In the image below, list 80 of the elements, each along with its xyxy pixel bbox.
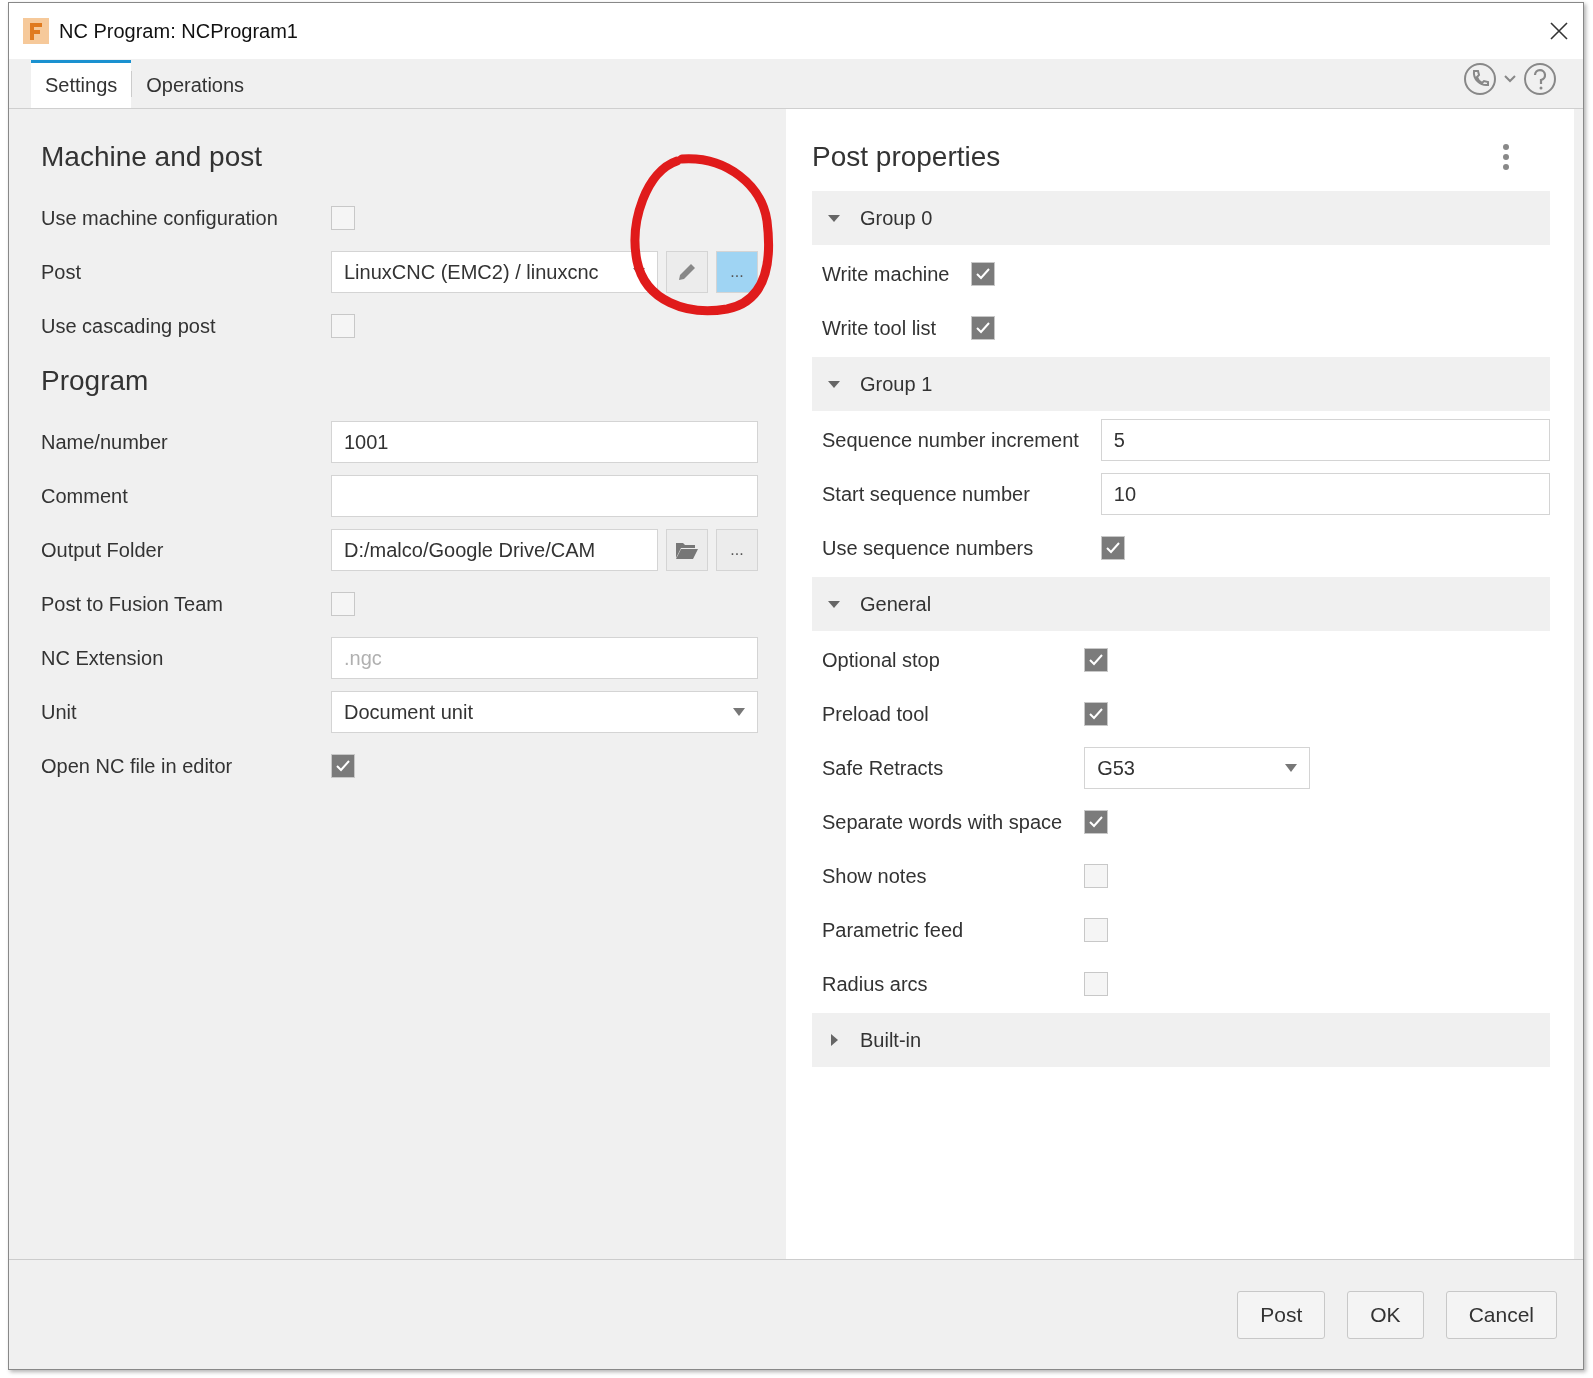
section-heading: Program — [41, 364, 150, 398]
close-icon[interactable] — [1549, 21, 1569, 41]
dropdown[interactable]: G53 — [1084, 747, 1311, 789]
checkmark-icon — [1088, 653, 1105, 667]
input-field[interactable] — [331, 475, 758, 517]
chevron-down-icon[interactable] — [1503, 74, 1517, 84]
checkbox[interactable] — [331, 206, 355, 230]
dialog-button[interactable]: OK — [1347, 1290, 1424, 1339]
checkbox[interactable] — [331, 314, 355, 338]
folder-icon — [675, 540, 699, 560]
expanded-triangle-icon — [828, 212, 840, 224]
dialog-button[interactable]: Cancel — [1445, 1290, 1557, 1339]
input-field[interactable]: 10 — [1100, 473, 1550, 515]
help-icon[interactable] — [1523, 62, 1557, 96]
checkmark-icon — [975, 321, 992, 335]
more-options-icon[interactable] — [1502, 143, 1510, 171]
property-label: Start sequence number — [822, 482, 1030, 506]
field-label: Post — [41, 260, 83, 284]
input-field[interactable]: D:/malco/Google Drive/CAM — [331, 529, 658, 571]
checkmark-icon — [1088, 707, 1105, 721]
checkbox[interactable] — [1084, 918, 1109, 942]
checkbox[interactable] — [971, 262, 996, 286]
group-header[interactable]: Group 0 — [812, 191, 1550, 245]
checkbox[interactable] — [1084, 864, 1109, 888]
field-label: Unit — [41, 700, 78, 724]
input-field[interactable]: 1001 — [331, 421, 758, 463]
dropdown-caret-icon — [733, 708, 745, 716]
edit-button[interactable] — [666, 251, 708, 293]
checkbox[interactable] — [1084, 648, 1109, 672]
panel-heading: Post properties — [812, 141, 1001, 173]
checkbox[interactable] — [1100, 536, 1125, 560]
field-label: Comment — [41, 484, 129, 508]
property-label: Write machine — [822, 262, 950, 286]
field-label: NC Extension — [41, 646, 165, 670]
group-header[interactable]: Group 1 — [812, 357, 1550, 411]
checkbox[interactable] — [1084, 702, 1109, 726]
checkmark-icon — [1088, 815, 1105, 829]
section-heading: Machine and post — [41, 140, 264, 174]
property-label: Separate words with space — [822, 810, 1063, 834]
property-label: Radius arcs — [822, 972, 928, 996]
field-label: Use machine configuration — [41, 206, 279, 230]
checkmark-icon — [1104, 541, 1121, 555]
property-label: Preload tool — [822, 702, 929, 726]
expanded-triangle-icon — [828, 378, 840, 390]
checkbox[interactable] — [1084, 972, 1109, 996]
property-label: Safe Retracts — [822, 756, 944, 780]
property-label: Parametric feed — [822, 918, 964, 942]
dropdown-caret-icon — [1285, 764, 1298, 772]
group-header[interactable]: General — [812, 577, 1550, 631]
checkbox[interactable] — [971, 316, 996, 340]
tab[interactable]: Settings — [31, 60, 132, 108]
checkmark-icon — [335, 759, 351, 773]
checkbox[interactable] — [1084, 810, 1109, 834]
property-label: Show notes — [822, 864, 927, 888]
folder-button[interactable] — [666, 529, 708, 571]
collapsed-triangle-icon — [828, 1034, 840, 1046]
expanded-triangle-icon — [828, 598, 840, 610]
dialog-button[interactable]: Post — [1237, 1290, 1326, 1339]
field-label: Use cascading post — [41, 314, 217, 338]
browse-button[interactable]: ... — [716, 251, 758, 293]
tab[interactable]: Operations — [132, 60, 259, 108]
property-label: Sequence number increment — [822, 428, 1079, 452]
phone-icon[interactable] — [1463, 62, 1497, 96]
property-label: Use sequence numbers — [822, 536, 1034, 560]
input-field[interactable]: 5 — [1100, 419, 1550, 461]
checkmark-icon — [975, 267, 992, 281]
field-label: Name/number — [41, 430, 169, 454]
group-header[interactable]: Built-in — [812, 1013, 1550, 1067]
field-label: Open NC file in editor — [41, 754, 234, 778]
checkbox[interactable] — [331, 592, 355, 616]
field-label: Post to Fusion Team — [41, 592, 224, 616]
pencil-icon — [676, 261, 698, 283]
checkbox[interactable] — [331, 754, 355, 778]
property-label: Write tool list — [822, 316, 937, 340]
field-label: Output Folder — [41, 538, 165, 562]
window-title: NC Program: NCProgram1 — [59, 19, 299, 43]
app-logo-icon — [23, 18, 49, 44]
browse-button[interactable]: ... — [716, 529, 758, 571]
dropdown[interactable]: Document unit — [331, 691, 758, 733]
property-label: Optional stop — [822, 648, 940, 672]
